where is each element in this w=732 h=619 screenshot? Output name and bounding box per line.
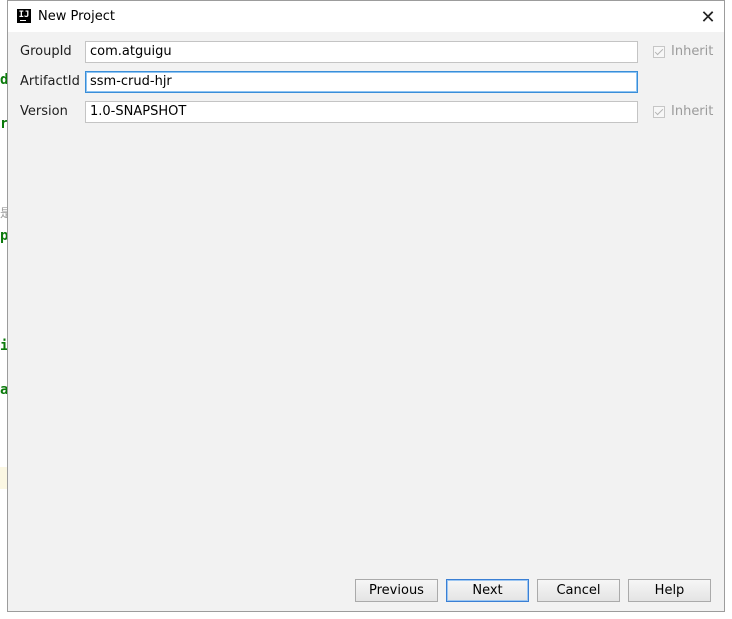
artifact-id-input[interactable]: ssm-crud-hjr [85, 71, 638, 93]
close-icon[interactable]: ✕ [698, 7, 718, 28]
check-icon [653, 105, 665, 118]
group-id-inherit-checkbox[interactable]: Inherit [653, 44, 713, 59]
help-button[interactable]: Help [628, 579, 711, 602]
title-bar: IJ New Project ✕ [8, 1, 724, 32]
version-inherit-label: Inherit [671, 104, 714, 119]
version-label: Version [20, 104, 68, 119]
next-button[interactable]: Next [446, 579, 529, 602]
check-icon [653, 45, 665, 58]
artifact-id-label: ArtifactId [20, 74, 80, 89]
group-id-label: GroupId [20, 44, 72, 59]
cancel-button[interactable]: Cancel [537, 579, 620, 602]
version-inherit-checkbox[interactable]: Inherit [653, 104, 713, 119]
group-id-inherit-label: Inherit [671, 44, 714, 59]
previous-button[interactable]: Previous [355, 579, 438, 602]
group-id-input[interactable]: com.atguigu [85, 41, 638, 63]
intellij-icon: IJ [17, 9, 31, 23]
dialog-title: New Project [38, 9, 115, 24]
new-project-dialog: IJ New Project ✕ GroupId com.atguigu Inh… [7, 0, 725, 612]
version-input[interactable]: 1.0-SNAPSHOT [85, 101, 638, 123]
